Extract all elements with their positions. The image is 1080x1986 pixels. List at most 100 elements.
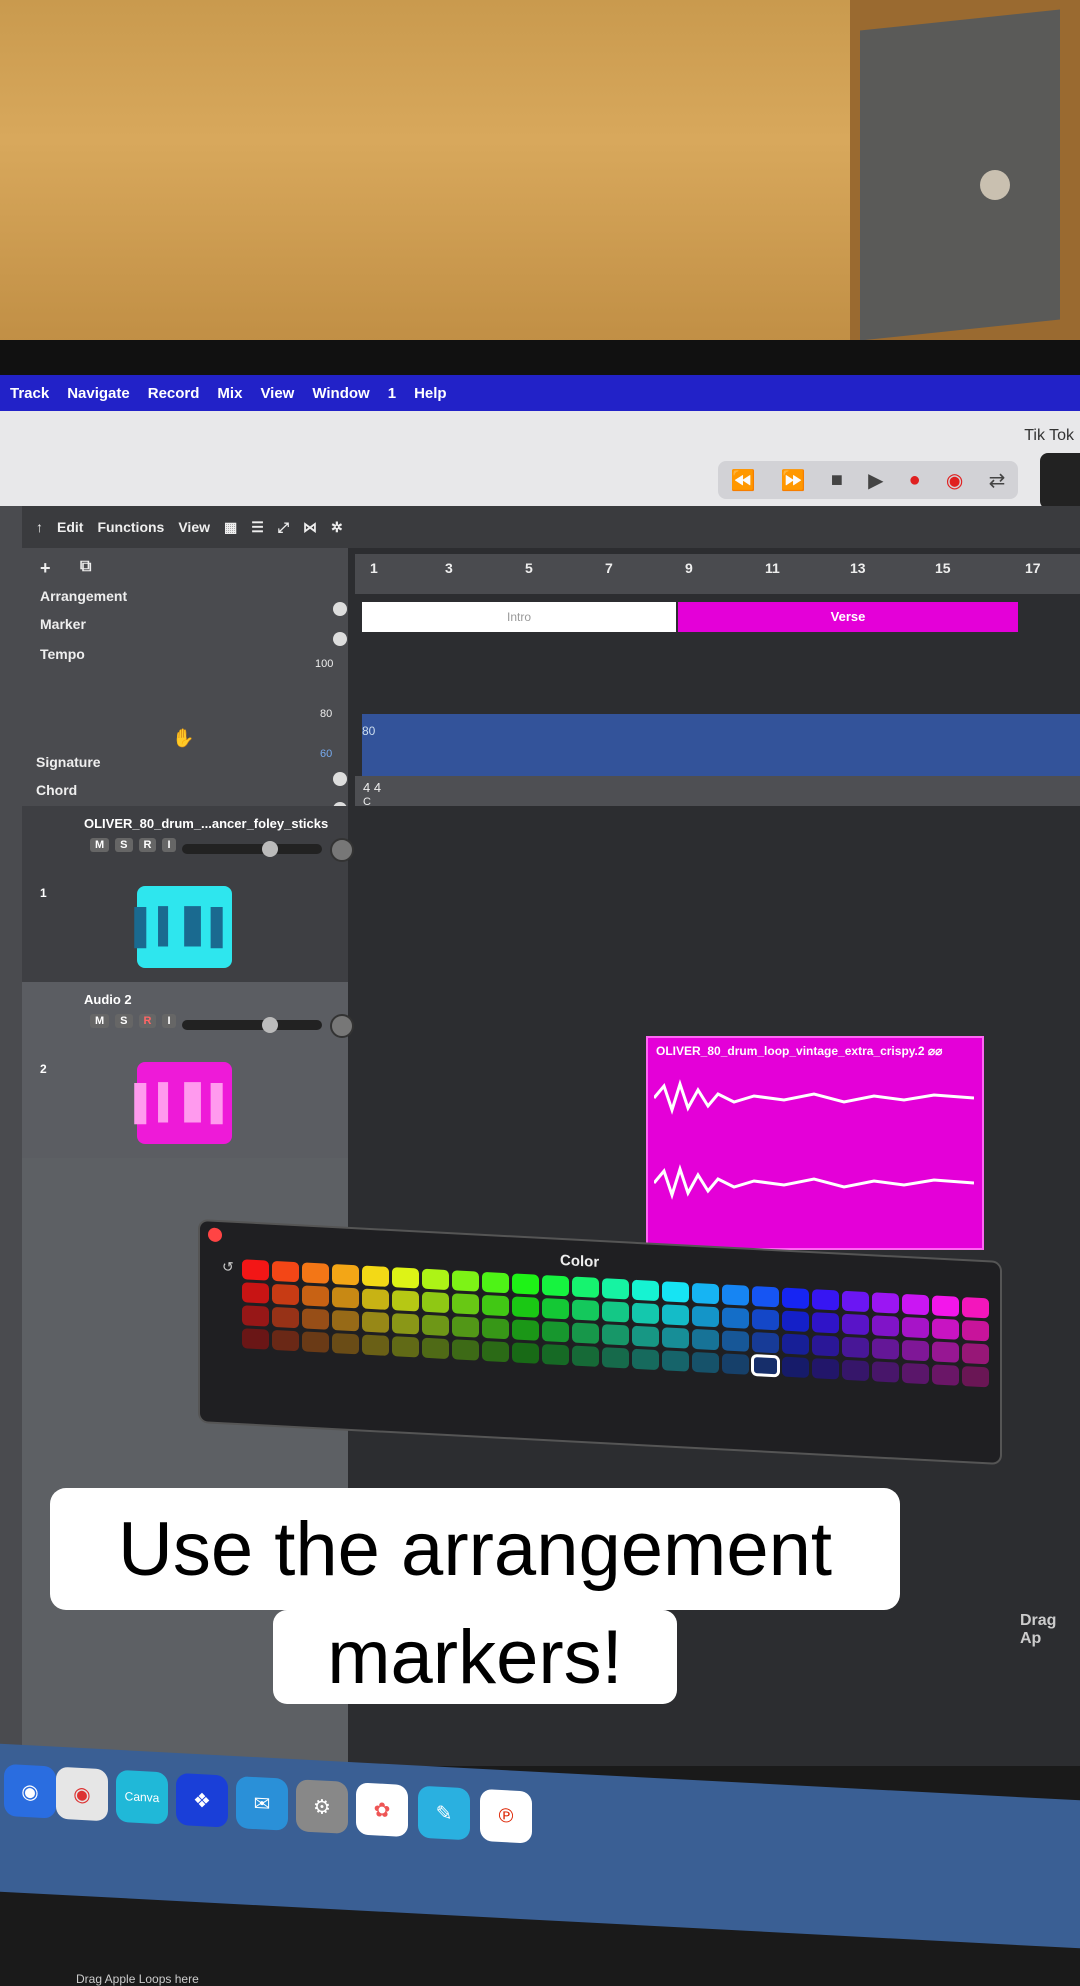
menu-track[interactable]: Track <box>10 385 49 402</box>
color-swatch[interactable] <box>872 1361 899 1383</box>
fader-knob[interactable] <box>262 841 278 857</box>
color-swatch[interactable] <box>482 1340 509 1363</box>
color-swatch[interactable] <box>602 1278 629 1300</box>
color-swatch[interactable] <box>332 1309 359 1332</box>
color-swatch[interactable] <box>422 1268 449 1291</box>
arrangement-add-dot[interactable] <box>333 602 347 616</box>
volume-fader[interactable] <box>182 1017 322 1033</box>
marker-add-dot[interactable] <box>333 632 347 646</box>
arrangement-marker-verse[interactable]: Verse <box>678 602 1018 632</box>
color-swatch[interactable] <box>782 1287 809 1309</box>
color-swatch[interactable] <box>782 1356 809 1378</box>
color-swatch[interactable] <box>572 1276 599 1298</box>
color-swatch[interactable] <box>632 1325 659 1348</box>
color-swatch[interactable] <box>812 1335 839 1357</box>
settings-icon[interactable]: ⚙ <box>296 1779 348 1834</box>
edit-menu[interactable]: Edit <box>57 519 83 535</box>
chrome-icon[interactable]: ◉ <box>56 1766 108 1822</box>
safari-icon[interactable]: ◉ <box>4 1763 56 1819</box>
menu-navigate[interactable]: Navigate <box>67 385 130 402</box>
color-swatch[interactable] <box>662 1304 689 1326</box>
color-swatch[interactable] <box>602 1347 629 1369</box>
color-swatch[interactable] <box>722 1353 749 1375</box>
color-swatch[interactable] <box>332 1263 359 1286</box>
dropbox-icon[interactable]: ❖ <box>176 1772 228 1828</box>
tempo-track-label[interactable]: Tempo <box>40 646 85 662</box>
color-swatch[interactable] <box>842 1290 869 1313</box>
record-enable-button[interactable]: R <box>138 838 157 852</box>
color-swatch[interactable] <box>452 1293 479 1315</box>
color-swatch[interactable] <box>902 1293 929 1316</box>
color-swatch[interactable] <box>482 1294 509 1317</box>
input-monitor-button[interactable]: I <box>162 1014 176 1028</box>
mute-button[interactable]: M <box>90 838 110 852</box>
menu-help[interactable]: Help <box>414 385 447 402</box>
color-swatch[interactable] <box>542 1274 569 1297</box>
color-swatch[interactable] <box>362 1334 389 1356</box>
color-swatch[interactable] <box>512 1342 539 1364</box>
stop-button[interactable]: ■ <box>831 469 843 492</box>
color-swatch[interactable] <box>782 1310 809 1332</box>
color-swatch[interactable] <box>452 1270 479 1292</box>
color-swatch[interactable] <box>962 1296 989 1319</box>
track-name[interactable]: OLIVER_80_drum_...ancer_foley_sticks <box>84 816 328 831</box>
input-monitor-button[interactable]: I <box>162 838 176 852</box>
cycle-button[interactable]: ⇄ <box>989 468 1006 493</box>
color-swatch[interactable] <box>512 1273 539 1295</box>
color-swatch[interactable] <box>722 1330 749 1352</box>
color-swatch[interactable] <box>422 1337 449 1360</box>
tempo-lane[interactable]: 80 <box>362 714 1080 776</box>
view-menu[interactable]: View <box>178 519 210 535</box>
color-swatch[interactable] <box>752 1285 779 1308</box>
menu-1[interactable]: 1 <box>388 385 396 402</box>
color-swatch[interactable] <box>272 1329 299 1352</box>
color-swatch[interactable] <box>932 1341 959 1363</box>
grid-icon[interactable]: ▦ <box>224 519 237 536</box>
record-enable-button[interactable]: R <box>138 1014 157 1028</box>
mute-button[interactable]: M <box>90 1014 110 1028</box>
color-swatch[interactable] <box>392 1267 419 1289</box>
color-swatch[interactable] <box>362 1265 389 1287</box>
track-name[interactable]: Audio 2 <box>84 992 132 1007</box>
menu-window[interactable]: Window <box>312 385 369 402</box>
color-swatch[interactable] <box>932 1318 959 1340</box>
color-swatch[interactable] <box>242 1305 269 1327</box>
color-swatch[interactable] <box>572 1299 599 1321</box>
color-swatch[interactable] <box>512 1319 539 1341</box>
pan-knob[interactable] <box>330 1014 354 1038</box>
color-swatch[interactable] <box>962 1319 989 1342</box>
track-header-2[interactable]: 2 Audio 2 M S R I ▌▍▋▌ <box>22 982 354 1158</box>
color-swatch[interactable] <box>242 1282 269 1304</box>
color-swatch[interactable] <box>902 1339 929 1362</box>
color-swatch[interactable] <box>482 1317 509 1340</box>
color-swatch[interactable] <box>632 1279 659 1302</box>
signature-add-dot[interactable] <box>333 772 347 786</box>
color-swatch[interactable] <box>662 1350 689 1372</box>
color-swatch[interactable] <box>272 1260 299 1283</box>
color-swatch[interactable] <box>392 1336 419 1358</box>
catch-icon[interactable]: ✲ <box>331 519 343 536</box>
color-swatch[interactable] <box>751 1353 780 1378</box>
color-swatch[interactable] <box>362 1311 389 1333</box>
pinterest-icon[interactable]: ℗ <box>480 1788 532 1844</box>
color-swatch[interactable] <box>392 1290 419 1312</box>
color-swatch[interactable] <box>692 1282 719 1305</box>
freeform-icon[interactable]: ✎ <box>418 1785 470 1841</box>
duplicate-track-icon[interactable]: ⧉ <box>80 558 91 576</box>
forward-button[interactable]: ⏩ <box>781 468 806 493</box>
color-swatch[interactable] <box>632 1302 659 1325</box>
color-swatch[interactable] <box>242 1259 269 1281</box>
color-swatch[interactable] <box>302 1285 329 1307</box>
color-swatch[interactable] <box>302 1331 329 1353</box>
automation-icon[interactable]: ⤢ <box>278 519 289 536</box>
color-swatch[interactable] <box>872 1315 899 1337</box>
reset-icon[interactable]: ↺ <box>222 1258 234 1276</box>
color-swatch[interactable] <box>872 1338 899 1360</box>
color-swatch[interactable] <box>692 1305 719 1328</box>
color-swatch[interactable] <box>632 1348 659 1371</box>
color-swatch[interactable] <box>932 1295 959 1317</box>
play-button[interactable]: ▶ <box>868 468 883 493</box>
color-swatch[interactable] <box>422 1314 449 1337</box>
color-swatch[interactable] <box>842 1359 869 1382</box>
color-swatch[interactable] <box>272 1306 299 1329</box>
